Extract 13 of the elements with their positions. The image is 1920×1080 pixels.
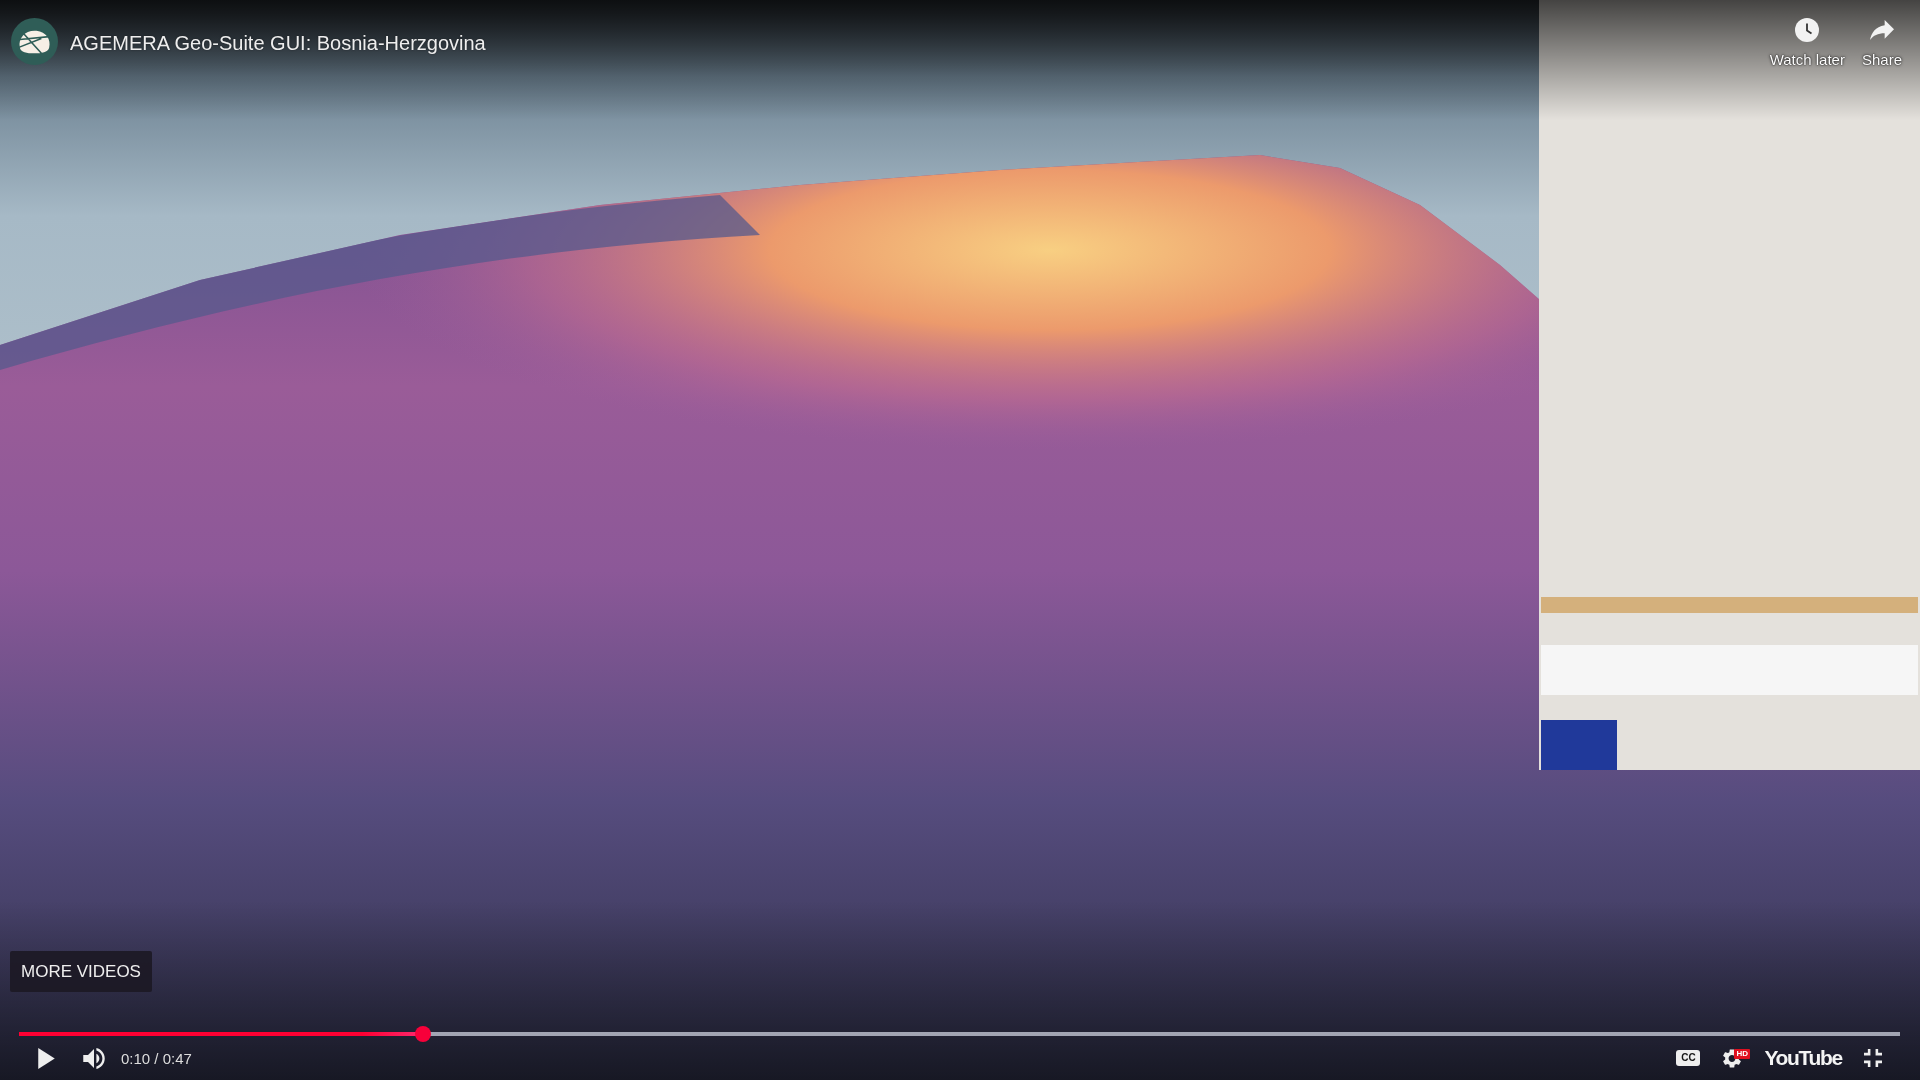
hd-badge: HD [1734, 1049, 1750, 1059]
clock-icon [1795, 18, 1820, 42]
captions-button[interactable]: CC [1676, 1050, 1701, 1066]
youtube-logo[interactable]: YouTube [1764, 1046, 1842, 1070]
settings-button[interactable]: HD [1718, 1040, 1747, 1076]
video-title[interactable]: AGEMERA Geo-Suite GUI: Bosnia-Herzgovina [70, 31, 486, 55]
channel-logo-icon[interactable] [11, 18, 58, 65]
speaker-icon [83, 1047, 105, 1069]
time-display: 0:10 / 0:47 [121, 1049, 192, 1067]
play-icon [37, 1047, 55, 1069]
more-videos-button[interactable]: MORE VIDEOS [10, 951, 152, 992]
share-arrow-icon [1870, 18, 1894, 42]
exit-fullscreen-icon [1864, 1049, 1882, 1067]
